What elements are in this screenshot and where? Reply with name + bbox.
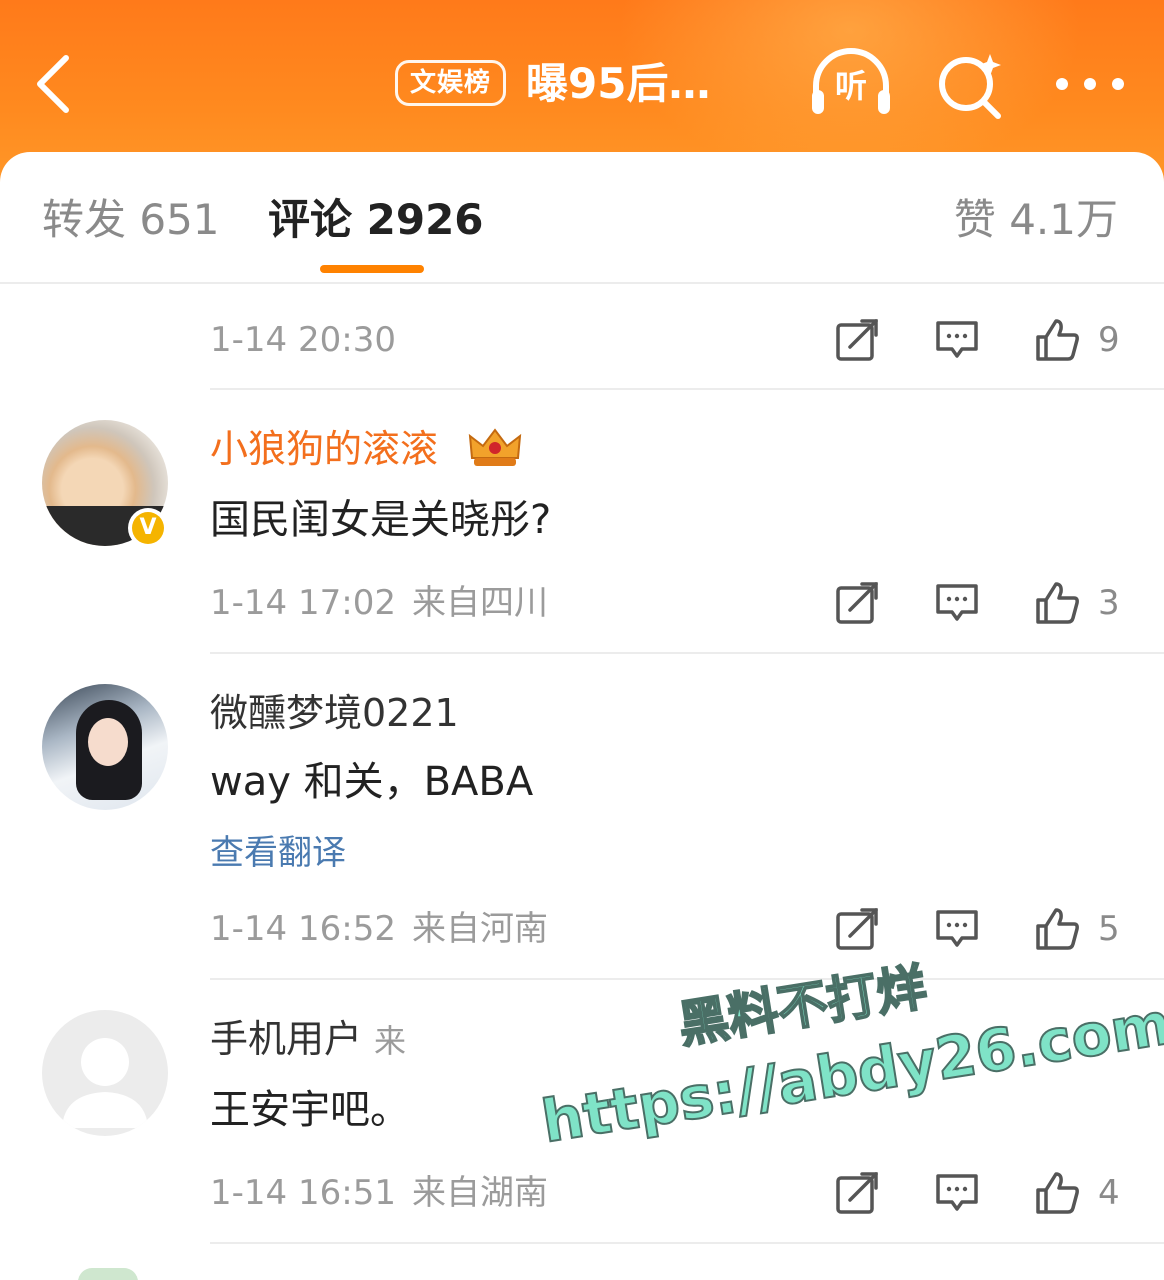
- comment-username-suffix: 来: [374, 1022, 407, 1060]
- reply-icon[interactable]: [934, 906, 980, 952]
- verified-badge: V: [128, 508, 168, 548]
- row-divider: [210, 652, 1164, 654]
- tab-likes[interactable]: 赞 4.1万: [954, 190, 1118, 250]
- page-title: 曝95后…: [526, 59, 711, 108]
- comment-username[interactable]: 手机用户来: [210, 1014, 406, 1064]
- comment-username[interactable]: 小狼狗的滚滚: [210, 424, 438, 474]
- comment-timestamp: 1-14 20:30: [210, 320, 396, 360]
- more-dots-icon: [1056, 78, 1124, 90]
- back-chevron-icon: [37, 55, 69, 113]
- avatar[interactable]: [42, 1010, 168, 1136]
- like-count: 9: [1098, 320, 1120, 360]
- comment-meta: 1-14 16:52 来自河南: [210, 904, 548, 954]
- tabs-divider: [0, 282, 1164, 284]
- share-icon[interactable]: [834, 317, 880, 363]
- like-count: 3: [1098, 583, 1120, 623]
- tab-forward[interactable]: 转发 651: [42, 190, 220, 250]
- hot-list-badge[interactable]: 文娱榜: [395, 60, 507, 106]
- listen-button[interactable]: 听: [806, 46, 896, 122]
- row-divider: [210, 388, 1164, 390]
- comment-meta: 1-14 20:30: [210, 315, 396, 365]
- comment-text: 国民闺女是关晓彤?: [210, 497, 552, 543]
- search-sparkle-icon: [939, 54, 1001, 119]
- share-icon[interactable]: [834, 906, 880, 952]
- listen-label: 听: [834, 67, 867, 105]
- tab-comments[interactable]: 评论 2926: [268, 190, 484, 250]
- content-card: [0, 152, 1164, 1280]
- comment-timestamp: 1-14 17:02: [210, 583, 396, 623]
- like-count: 5: [1098, 909, 1120, 949]
- comment-meta: 1-14 17:02 来自四川: [210, 578, 548, 628]
- avatar[interactable]: [42, 684, 168, 810]
- default-avatar-icon: [62, 1038, 148, 1128]
- reply-icon[interactable]: [934, 317, 980, 363]
- comment-username-text: 手机用户: [210, 1017, 363, 1061]
- crown-icon: [468, 428, 522, 466]
- next-avatar-partial: [78, 1268, 138, 1280]
- comment-timestamp: 1-14 16:51: [210, 1173, 396, 1213]
- share-icon[interactable]: [834, 580, 880, 626]
- reply-icon[interactable]: [934, 580, 980, 626]
- comment-location: 来自四川: [411, 583, 548, 623]
- row-divider: [210, 978, 1164, 980]
- comment-location: 来自河南: [411, 909, 548, 949]
- active-tab-indicator: [320, 265, 424, 273]
- like-count: 4: [1098, 1173, 1120, 1213]
- comment-username[interactable]: 微醺梦境0221: [210, 688, 459, 738]
- like-icon[interactable]: [1034, 1170, 1080, 1216]
- share-icon[interactable]: [834, 1170, 880, 1216]
- like-icon[interactable]: [1034, 580, 1080, 626]
- like-icon[interactable]: [1034, 317, 1080, 363]
- search-button[interactable]: [934, 46, 1010, 122]
- like-icon[interactable]: [1034, 906, 1080, 952]
- more-button[interactable]: [1050, 64, 1130, 104]
- comment-location: 来自湖南: [411, 1173, 548, 1213]
- row-divider: [210, 1242, 1164, 1244]
- verified-icon: V: [132, 512, 164, 544]
- comment-text: way 和关，BABA: [210, 759, 534, 805]
- translate-link[interactable]: 查看翻译: [210, 828, 346, 878]
- comment-text: 王安宇吧。: [210, 1087, 410, 1133]
- comment-meta: 1-14 16:51 来自湖南: [210, 1168, 548, 1218]
- back-button[interactable]: [28, 48, 88, 120]
- reply-icon[interactable]: [934, 1170, 980, 1216]
- comment-timestamp: 1-14 16:52: [210, 909, 396, 949]
